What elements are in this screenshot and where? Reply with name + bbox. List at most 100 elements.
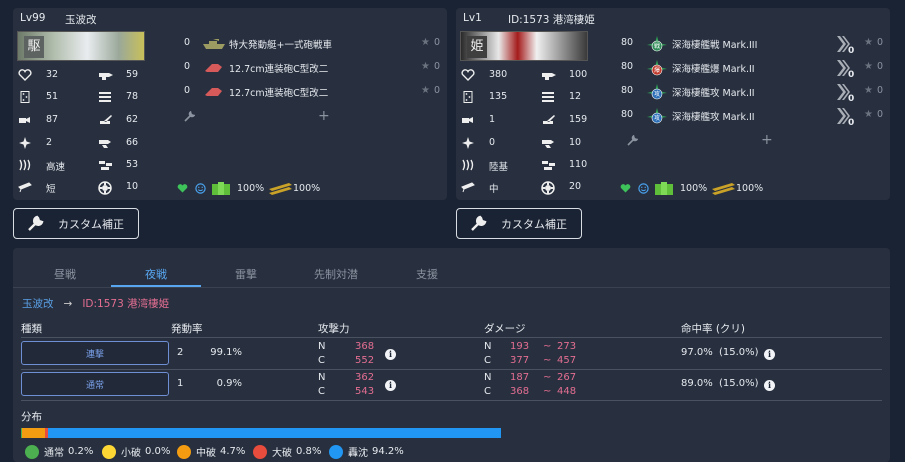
power-critical: 552 [355, 355, 375, 366]
equipment-type-icon [203, 86, 225, 102]
table-header-divider [21, 337, 882, 338]
distribution-segment [21, 428, 45, 438]
range-tilde: ~ [543, 341, 552, 352]
tab-2[interactable]: 雷撃 [235, 266, 257, 282]
left-custom-correction-button[interactable]: カスタム補正 [13, 208, 139, 239]
wrench-icon[interactable] [626, 134, 639, 150]
info-icon[interactable]: i [385, 380, 396, 391]
info-icon[interactable]: i [764, 380, 775, 391]
right-stat-heart: 380 [489, 69, 508, 80]
wrench-icon[interactable] [183, 110, 196, 126]
info-icon[interactable]: i [385, 349, 396, 360]
improvement-star-icon: ★ [421, 85, 430, 96]
improvement-star-icon: ★ [864, 37, 873, 48]
left-equip-slot-count: 0 [184, 61, 191, 72]
aircraft-icon [461, 137, 475, 149]
damage-normal-max: 267 [557, 372, 577, 383]
right-equip-name[interactable]: 深海棲艦戦 Mark.III [672, 37, 757, 53]
improvement-star-icon: ★ [421, 37, 430, 48]
attack-count: 1 [177, 378, 184, 389]
damage-critical-max: 457 [557, 355, 577, 366]
normal-label: N [484, 341, 492, 352]
damage-normal-min: 193 [510, 341, 530, 352]
los-icon [541, 159, 559, 170]
left-equip-name[interactable]: 特大発動艇+一式砲戦車 [229, 37, 332, 53]
left-stat-aircraft: 2 [46, 137, 53, 148]
attack-count: 2 [177, 347, 184, 358]
smile-icon [638, 183, 649, 197]
left-stat-range: 短 [46, 184, 56, 195]
left-stat-los: 53 [126, 159, 139, 170]
right-equip-name[interactable]: 深海棲艦攻 Mark.II [672, 85, 755, 101]
proficiency-value: 0 [848, 118, 855, 128]
right-custom-correction-button[interactable]: カスタム補正 [456, 208, 582, 239]
normal-label: N [318, 372, 326, 383]
power-normal: 368 [355, 341, 375, 352]
right-equip-name[interactable]: 深海棲艦攻 Mark.II [672, 109, 755, 125]
legend-item: 轟沈 94.2% [329, 444, 404, 459]
legend-dot-icon [25, 444, 39, 459]
attack-type-button[interactable]: 連撃 [21, 341, 169, 365]
left-equip-slot-count: 0 [184, 37, 191, 48]
critical-label: C [318, 386, 325, 397]
left-ship-name: 玉波改 [65, 14, 97, 26]
right-equip-slot-count: 80 [621, 85, 634, 96]
critical-label: C [484, 386, 491, 397]
breadcrumb-target[interactable]: ID:1573 港湾棲姫 [82, 296, 169, 311]
distribution-segment [48, 428, 501, 438]
aircraft-type-badge: 戦 [653, 43, 660, 50]
custom-correction-label: カスタム補正 [501, 217, 567, 231]
legend-label: 小破 [121, 448, 141, 459]
critical-label: C [484, 355, 491, 366]
row-divider [21, 400, 882, 401]
left-stat-speed: 高速 [46, 162, 66, 173]
speed-icon [461, 159, 475, 171]
right-fuel-percent: 100% [680, 183, 708, 194]
tab-4[interactable]: 支援 [416, 266, 438, 282]
add-equipment-icon[interactable]: + [761, 132, 773, 148]
firepower-icon [98, 69, 116, 80]
left-equip-name[interactable]: 12.7cm連装砲C型改二 [229, 85, 328, 101]
heart-morale-icon [620, 183, 631, 196]
right-stat-luck: 20 [569, 181, 582, 192]
add-equipment-icon[interactable]: + [318, 108, 330, 124]
improvement-star-icon: ★ [864, 109, 873, 120]
proficiency-value: 0 [848, 70, 855, 80]
tabs-divider [13, 287, 890, 288]
hit-rate: 89.0% [681, 378, 713, 389]
left-equip-name[interactable]: 12.7cm連装砲C型改二 [229, 61, 328, 77]
legend-label: 中破 [196, 448, 216, 459]
tab-0[interactable]: 昼戦 [54, 266, 76, 282]
right-equip-name[interactable]: 深海棲艦爆 Mark.II [672, 61, 755, 77]
right-stat-armor: 135 [489, 91, 508, 102]
info-icon[interactable]: i [764, 349, 775, 360]
legend-dot-icon [102, 444, 116, 459]
legend-value: 4.7% [220, 446, 246, 457]
right-equip-slot-count: 80 [621, 109, 634, 120]
breadcrumb-attacker[interactable]: 玉波改 [22, 296, 54, 311]
evasion-icon [461, 114, 475, 125]
left-ammo-percent: 100% [293, 183, 321, 194]
fuel-icon [211, 180, 231, 199]
arrow-right-icon: → [63, 297, 73, 310]
attack-type-button[interactable]: 通常 [21, 372, 169, 396]
right-stat-speed: 陸基 [489, 162, 509, 173]
evasion-icon [18, 114, 32, 125]
tab-3[interactable]: 先制対潜 [314, 266, 358, 282]
legend-label: 大破 [272, 448, 292, 459]
right-equip-stars: 0 [877, 85, 884, 96]
right-equip-slot-count: 80 [621, 37, 634, 48]
tab-1[interactable]: 夜戦 [145, 266, 167, 282]
left-stat-torpedo: 78 [126, 91, 139, 102]
hit-rate: 97.0% [681, 347, 713, 358]
right-equip-slot-count: 80 [621, 61, 634, 72]
left-equip-slot-count: 0 [184, 85, 191, 96]
legend-item: 通常 0.2% [25, 444, 93, 459]
range-tilde: ~ [543, 372, 552, 383]
ammo-icon [268, 181, 294, 198]
left-stat-evasion: 87 [46, 114, 59, 125]
wrench-icon [26, 215, 44, 233]
right-ship-banner: 姫 [460, 31, 588, 61]
antiair-icon [98, 114, 116, 125]
range-tilde: ~ [543, 355, 552, 366]
